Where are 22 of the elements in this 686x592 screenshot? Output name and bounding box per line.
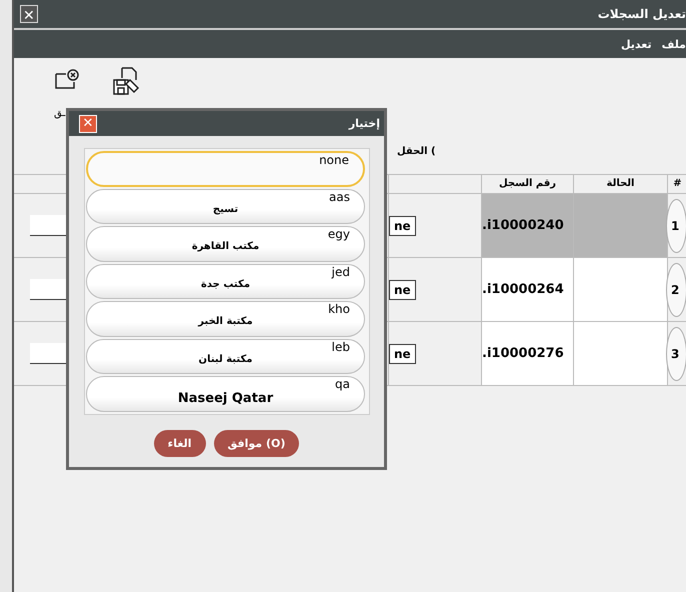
row-number-button[interactable]: 3 [666, 326, 686, 380]
window-title: تعديل السجلات [598, 7, 686, 21]
table-cell: i10000276. [482, 322, 574, 386]
menu-item[interactable]: ملف [662, 38, 686, 50]
menu-item[interactable]: تعديل [620, 38, 652, 50]
row-number-button[interactable]: 2 [666, 262, 686, 316]
dialog-button[interactable]: موافق (O) [214, 430, 300, 457]
table-cell: i10000240. [482, 194, 574, 258]
value-button[interactable]: ne [389, 344, 416, 364]
close-document-icon[interactable] [54, 68, 80, 90]
dialog-button[interactable]: الغاء [154, 430, 206, 457]
table-cell: i10000264. [482, 258, 574, 322]
option-item[interactable]: qa Naseej Qatar [86, 376, 365, 412]
row-number-button[interactable]: 1 [666, 198, 686, 252]
value-button[interactable]: ne [389, 280, 416, 300]
close-button[interactable]: ✕ [20, 5, 38, 23]
value-button[interactable]: ne [389, 216, 416, 236]
close-button[interactable]: ✕ [79, 114, 97, 132]
dialog-title: إختيار [348, 117, 380, 130]
field-label: الحقل ( [397, 146, 436, 157]
option-item[interactable]: none [86, 151, 365, 187]
toolbar-label: ـق [54, 108, 66, 119]
